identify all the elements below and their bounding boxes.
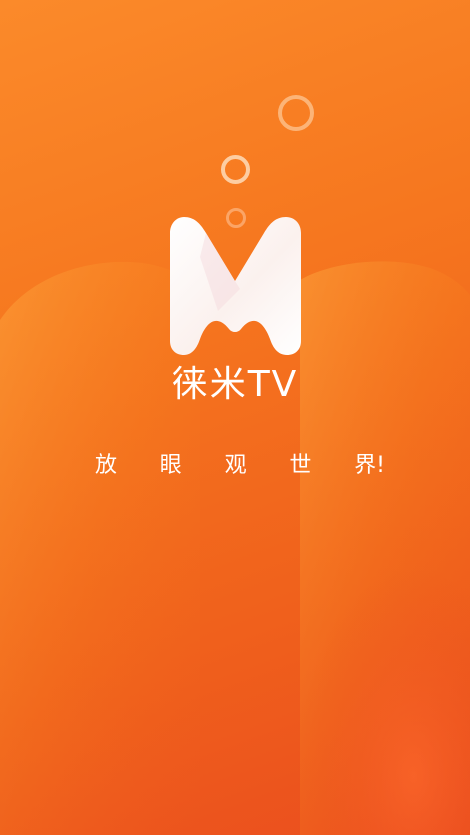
slogan-char: 界! <box>354 453 385 478</box>
bubble-ring-medium-icon <box>221 155 250 184</box>
background-wave <box>0 0 470 835</box>
slogan-char: 观 <box>224 453 247 478</box>
m-letter-logo-icon <box>170 217 301 355</box>
app-name: 徕米TV <box>171 364 299 405</box>
slogan-char: 放 <box>95 453 118 478</box>
slogan: 放 眼 观 世 界! <box>95 449 385 478</box>
splash-screen: 徕米TV 放 眼 观 世 界! <box>0 0 470 835</box>
bubble-ring-large-icon <box>278 95 314 131</box>
slogan-char: 眼 <box>159 453 182 478</box>
slogan-char: 世 <box>289 453 312 478</box>
